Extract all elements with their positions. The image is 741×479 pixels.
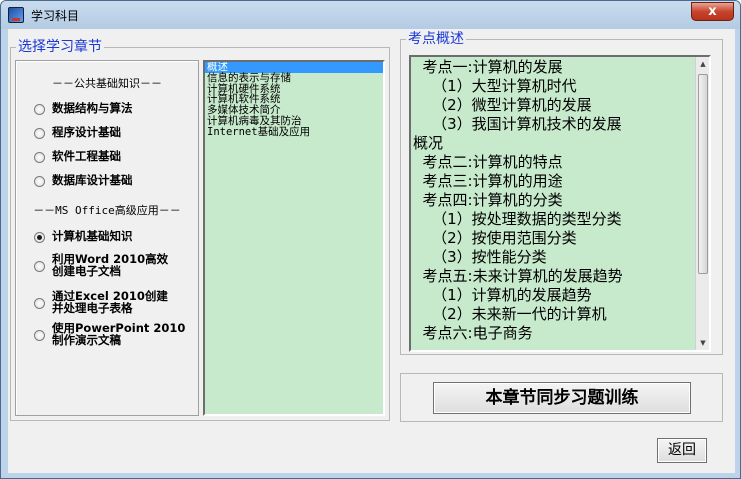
overview-group: 考点概述 考点一:计算机的发展 （1）大型计算机时代 （2）微型计算机的发展 （… xyxy=(400,31,723,355)
radio-label: 软件工程基础 xyxy=(52,149,121,163)
back-button[interactable]: 返回 xyxy=(657,438,707,463)
text-line: （3）按性能分类 xyxy=(413,248,547,266)
radio-circle[interactable] xyxy=(34,176,45,187)
train-button-frame: 本章节同步习题训练 xyxy=(400,373,723,422)
overview-text: 考点一:计算机的发展 （1）大型计算机时代 （2）微型计算机的发展 （3）我国计… xyxy=(413,58,695,343)
radio-label: 计算机基础知识 xyxy=(52,229,133,243)
app-icon xyxy=(8,7,24,23)
radio-label: 程序设计基础 xyxy=(52,125,121,139)
text-line: （2）未来新一代的计算机 xyxy=(413,305,607,323)
list-item[interactable]: Internet基础及应用 xyxy=(205,126,383,138)
scroll-down-icon[interactable]: ▼ xyxy=(696,336,709,350)
radio-programming[interactable]: 程序设计基础 xyxy=(34,126,121,139)
chapter-select-group: 选择学习章节 －－公共基础知识－－ 数据结构与算法 程序设计基础 软件工程基础 xyxy=(10,39,390,421)
radio-label: 使用PowerPoint 2010 制作演示文稿 xyxy=(52,321,186,347)
radio-circle[interactable] xyxy=(34,330,45,341)
radio-label: 数据结构与算法 xyxy=(52,101,133,115)
text-line: （1）计算机的发展趋势 xyxy=(413,286,592,304)
scroll-thumb[interactable] xyxy=(698,74,708,274)
list-item[interactable]: 信息的表示与存储 xyxy=(205,72,383,84)
radio-circle[interactable] xyxy=(34,298,45,309)
radio-circle[interactable] xyxy=(34,261,45,272)
radio-powerpoint[interactable]: 使用PowerPoint 2010 制作演示文稿 xyxy=(34,322,185,346)
text-line: 考点二:计算机的特点 xyxy=(413,153,563,171)
radio-data-structures[interactable]: 数据结构与算法 xyxy=(34,102,133,115)
section-office-heading: －－MS Office高级应用－－ xyxy=(33,204,181,217)
radio-database-design[interactable]: 数据库设计基础 xyxy=(34,174,133,187)
close-button[interactable]: x xyxy=(691,2,734,21)
subject-panel: －－公共基础知识－－ 数据结构与算法 程序设计基础 软件工程基础 数据库设计基础 xyxy=(15,60,199,416)
text-line: 概况 xyxy=(413,134,444,152)
text-line: 考点四:计算机的分类 xyxy=(413,191,563,209)
chapter-select-label: 选择学习章节 xyxy=(16,39,104,55)
title-bar: 学习科目 x xyxy=(1,1,740,29)
text-line: （3）我国计算机技术的发展 xyxy=(413,115,622,133)
radio-circle[interactable] xyxy=(34,152,45,163)
radio-computer-basics[interactable]: 计算机基础知识 xyxy=(34,230,133,243)
radio-label: 通过Excel 2010创建 并处理电子表格 xyxy=(52,289,168,315)
section-basic-heading: －－公共基础知识－－ xyxy=(52,77,162,90)
text-line: （2）微型计算机的发展 xyxy=(413,96,592,114)
overview-label: 考点概述 xyxy=(406,31,466,47)
radio-label: 数据库设计基础 xyxy=(52,173,133,187)
chapter-listbox[interactable]: 概述 信息的表示与存储 计算机硬件系统 计算机软件系统 多媒体技术简介 计算机病… xyxy=(203,60,385,416)
radio-circle[interactable] xyxy=(34,128,45,139)
window-title: 学习科目 xyxy=(31,9,80,23)
client-area: 选择学习章节 －－公共基础知识－－ 数据结构与算法 程序设计基础 软件工程基础 xyxy=(8,29,735,473)
text-line: 考点三:计算机的用途 xyxy=(413,172,563,190)
radio-software-engineering[interactable]: 软件工程基础 xyxy=(34,150,121,163)
text-line: 考点一:计算机的发展 xyxy=(413,58,563,76)
radio-label: 利用Word 2010高效 创建电子文档 xyxy=(52,252,169,278)
vertical-scrollbar[interactable]: ▲ ▼ xyxy=(695,57,709,350)
sync-exercise-button[interactable]: 本章节同步习题训练 xyxy=(433,382,691,414)
overview-textarea[interactable]: 考点一:计算机的发展 （1）大型计算机时代 （2）微型计算机的发展 （3）我国计… xyxy=(409,55,711,352)
text-line: 考点五:未来计算机的发展趋势 xyxy=(413,267,623,285)
text-line: （1）按处理数据的类型分类 xyxy=(413,210,622,228)
text-line: （1）大型计算机时代 xyxy=(413,77,577,95)
radio-word[interactable]: 利用Word 2010高效 创建电子文档 xyxy=(34,253,168,277)
radio-circle-checked[interactable] xyxy=(34,232,45,243)
text-line: 考点六:电子商务 xyxy=(413,324,533,342)
radio-circle[interactable] xyxy=(34,104,45,115)
radio-excel[interactable]: 通过Excel 2010创建 并处理电子表格 xyxy=(34,290,168,314)
app-window: 学习科目 x 选择学习章节 －－公共基础知识－－ 数据结构与算法 程序设计基础 … xyxy=(0,0,741,479)
text-line: （2）按使用范围分类 xyxy=(413,229,577,247)
scroll-up-icon[interactable]: ▲ xyxy=(696,57,709,71)
